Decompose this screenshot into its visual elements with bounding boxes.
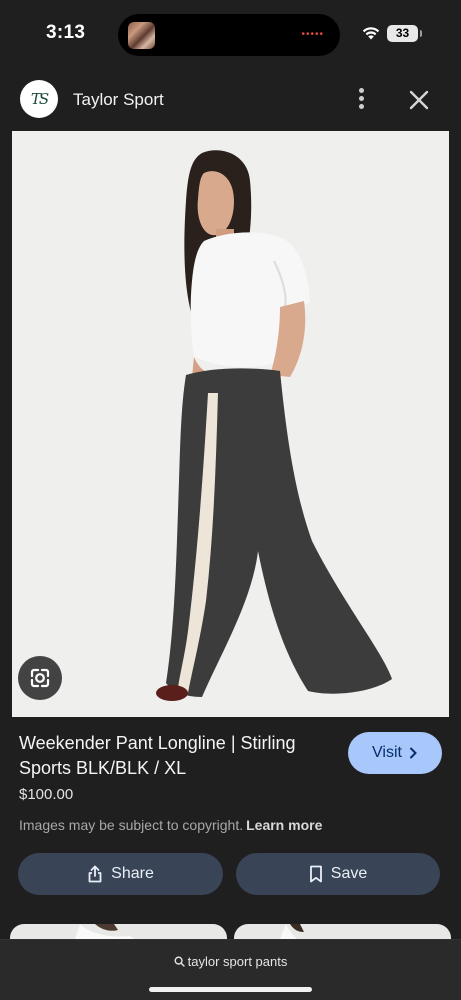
home-indicator[interactable] <box>149 987 312 992</box>
close-icon[interactable] <box>404 85 434 115</box>
share-button[interactable]: Share <box>18 853 223 895</box>
share-icon <box>88 865 102 883</box>
model-photo <box>12 131 449 717</box>
visit-label: Visit <box>372 744 402 761</box>
product-price: $100.00 <box>19 786 74 803</box>
chevron-right-icon <box>409 747 417 759</box>
search-query: taylor sport pants <box>187 954 288 969</box>
wifi-icon <box>362 27 380 40</box>
search-query-chip[interactable]: taylor sport pants <box>0 954 461 969</box>
dynamic-island: ••••• <box>118 14 340 56</box>
search-icon <box>174 956 185 967</box>
source-logo[interactable]: TS <box>20 80 58 118</box>
status-bar: 3:13 ••••• 33 <box>0 0 461 66</box>
product-title[interactable]: Weekender Pant Longline | Stirling Sport… <box>19 731 339 781</box>
visit-button[interactable]: Visit <box>348 732 442 774</box>
product-image[interactable] <box>12 131 449 717</box>
battery-icon: 33 <box>387 25 422 42</box>
bottom-search-bar: taylor sport pants <box>0 939 461 1000</box>
learn-more-link[interactable]: Learn more <box>246 817 322 833</box>
now-playing-thumbnail <box>128 22 155 49</box>
copyright-note: Images may be subject to copyright. Learn… <box>19 817 322 833</box>
lens-icon <box>30 668 50 688</box>
source-name[interactable]: Taylor Sport <box>73 90 164 110</box>
more-options-icon[interactable] <box>350 84 374 114</box>
save-button[interactable]: Save <box>236 853 440 895</box>
status-time: 3:13 <box>46 22 86 43</box>
recording-indicator-icon: ••••• <box>301 29 324 40</box>
share-label: Share <box>111 865 154 882</box>
bookmark-icon <box>309 865 322 883</box>
source-header: TS Taylor Sport <box>0 66 461 130</box>
save-label: Save <box>330 865 368 882</box>
google-lens-button[interactable] <box>18 656 62 700</box>
copyright-text: Images may be subject to copyright. <box>19 817 244 833</box>
